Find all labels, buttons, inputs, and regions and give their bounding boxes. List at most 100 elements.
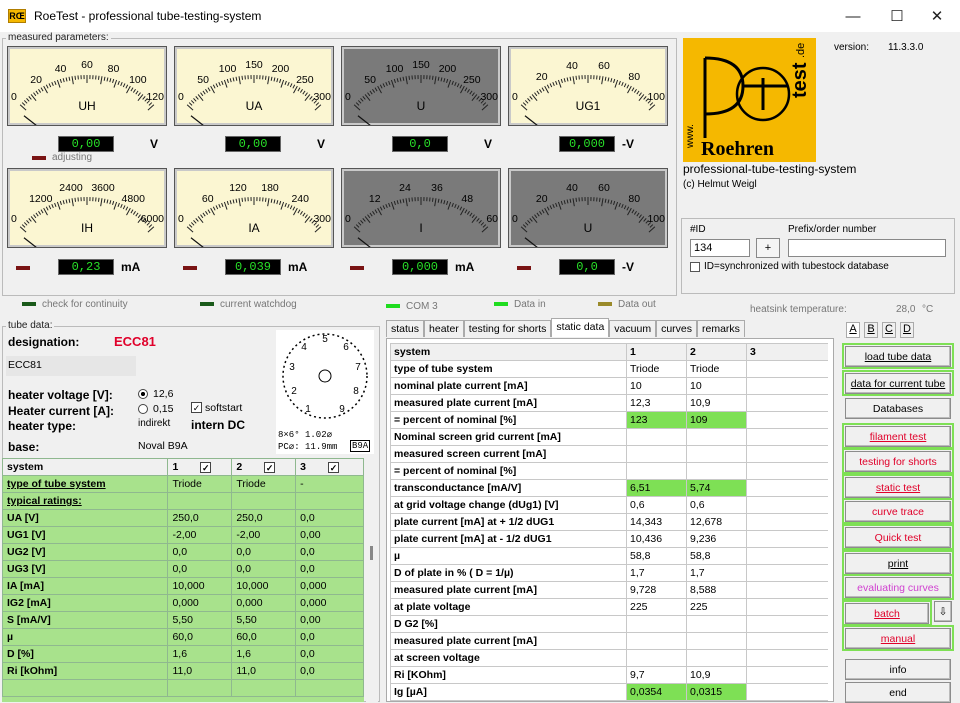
table-cell[interactable]: 0,000 xyxy=(232,595,296,612)
table-cell[interactable] xyxy=(296,493,364,510)
table-cell[interactable]: 0,000 xyxy=(296,595,364,612)
table-cell[interactable]: 0,0 xyxy=(296,561,364,578)
value-cell[interactable]: 1,7 xyxy=(687,565,747,582)
table-cell[interactable]: 11,0 xyxy=(168,663,232,680)
tab-status[interactable]: status xyxy=(386,320,424,337)
table-cell[interactable]: 0,0 xyxy=(296,663,364,680)
table-cell[interactable]: 11,0 xyxy=(232,663,296,680)
value-cell[interactable]: 10 xyxy=(687,378,747,395)
value-cell[interactable]: Triode xyxy=(627,361,687,378)
value-cell[interactable] xyxy=(747,531,829,548)
softstart-checkbox[interactable]: ✓ xyxy=(191,402,202,413)
value-cell[interactable]: 12,3 xyxy=(627,395,687,412)
value-cell[interactable]: 0,6 xyxy=(687,497,747,514)
value-cell[interactable]: 10,436 xyxy=(627,531,687,548)
value-cell[interactable]: 225 xyxy=(687,599,747,616)
value-cell[interactable] xyxy=(687,633,747,650)
value-cell[interactable]: 10,9 xyxy=(687,667,747,684)
record-tab-a[interactable]: A xyxy=(846,322,860,338)
table-cell[interactable]: 250,0 xyxy=(232,510,296,527)
table-cell[interactable]: UG3 [V] xyxy=(3,561,168,578)
value-cell[interactable] xyxy=(687,429,747,446)
value-cell[interactable]: 8,588 xyxy=(687,582,747,599)
value-cell[interactable] xyxy=(627,463,687,480)
table-cell[interactable]: 0,0 xyxy=(296,510,364,527)
scroll-thumb[interactable] xyxy=(370,546,373,560)
value-cell[interactable] xyxy=(747,378,829,395)
table-cell[interactable]: 0,00 xyxy=(296,612,364,629)
table-cell[interactable]: Triode xyxy=(232,476,296,493)
table-cell[interactable]: 1,6 xyxy=(232,646,296,663)
id-plus-button[interactable]: + xyxy=(756,238,780,258)
value-cell[interactable] xyxy=(747,446,829,463)
tab-vacuum[interactable]: vacuum xyxy=(609,320,656,337)
value-cell[interactable]: 5,74 xyxy=(687,480,747,497)
table-cell[interactable]: type of tube system xyxy=(3,476,168,493)
manual-button[interactable]: manual xyxy=(845,628,951,649)
value-cell[interactable] xyxy=(747,616,829,633)
table-cell[interactable]: 0,0 xyxy=(232,544,296,561)
table-cell[interactable] xyxy=(296,680,364,697)
value-cell[interactable]: 0,0315 xyxy=(687,684,747,701)
table-cell[interactable]: 0,0 xyxy=(168,544,232,561)
value-cell[interactable] xyxy=(747,650,829,667)
value-cell[interactable] xyxy=(687,463,747,480)
record-tab-c[interactable]: C xyxy=(882,322,896,338)
heater-current-radio[interactable] xyxy=(138,404,148,414)
batch-button[interactable]: batch xyxy=(845,603,929,624)
curve-trace-button[interactable]: curve trace xyxy=(845,501,951,522)
table-cell[interactable]: -2,00 xyxy=(232,527,296,544)
sync-checkbox[interactable] xyxy=(690,262,700,272)
table-cell[interactable]: UG1 [V] xyxy=(3,527,168,544)
value-cell[interactable]: 0,0354 xyxy=(627,684,687,701)
table-cell[interactable]: 0,000 xyxy=(168,595,232,612)
table-cell[interactable]: 0,000 xyxy=(296,578,364,595)
value-cell[interactable]: 58,8 xyxy=(687,548,747,565)
table-cell[interactable]: S [mA/V] xyxy=(3,612,168,629)
value-cell[interactable] xyxy=(627,429,687,446)
value-cell[interactable] xyxy=(747,395,829,412)
value-cell[interactable]: 1,7 xyxy=(627,565,687,582)
value-cell[interactable] xyxy=(747,480,829,497)
system-checkbox[interactable]: ✓ xyxy=(328,462,339,473)
minimize-button[interactable]: — xyxy=(830,0,876,32)
load-tube-data-button[interactable]: load tube data xyxy=(845,346,951,367)
value-cell[interactable] xyxy=(747,463,829,480)
table-cell[interactable]: 10,000 xyxy=(168,578,232,595)
tab-curves[interactable]: curves xyxy=(656,320,697,337)
left-table-scrollbar[interactable] xyxy=(366,458,378,702)
table-cell[interactable] xyxy=(232,493,296,510)
table-cell[interactable]: -2,00 xyxy=(168,527,232,544)
table-cell[interactable]: IA [mA] xyxy=(3,578,168,595)
table-cell[interactable]: D [%] xyxy=(3,646,168,663)
table-cell[interactable] xyxy=(232,680,296,697)
databases-button[interactable]: Databases xyxy=(845,398,951,419)
table-cell[interactable]: 0,0 xyxy=(168,561,232,578)
value-cell[interactable] xyxy=(687,650,747,667)
table-cell[interactable]: 5,50 xyxy=(168,612,232,629)
value-cell[interactable]: 14,343 xyxy=(627,514,687,531)
table-cell[interactable]: Ri [kOhm] xyxy=(3,663,168,680)
value-cell[interactable] xyxy=(627,633,687,650)
value-cell[interactable]: 123 xyxy=(627,412,687,429)
info-button[interactable]: info xyxy=(845,659,951,680)
prefix-input[interactable] xyxy=(788,239,946,257)
table-cell[interactable]: 1,6 xyxy=(168,646,232,663)
table-cell[interactable]: IG2 [mA] xyxy=(3,595,168,612)
value-cell[interactable] xyxy=(747,633,829,650)
print-button[interactable]: print xyxy=(845,553,951,574)
value-cell[interactable] xyxy=(747,429,829,446)
table-cell[interactable]: UG2 [V] xyxy=(3,544,168,561)
value-cell[interactable] xyxy=(747,514,829,531)
id-input[interactable]: 134 xyxy=(690,239,750,257)
static-test-button[interactable]: static test xyxy=(845,477,951,498)
value-cell[interactable] xyxy=(747,667,829,684)
value-cell[interactable]: 0,6 xyxy=(627,497,687,514)
value-cell[interactable]: 9,728 xyxy=(627,582,687,599)
table-cell[interactable] xyxy=(168,493,232,510)
table-cell[interactable]: 60,0 xyxy=(232,629,296,646)
tab-testing-for-shorts[interactable]: testing for shorts xyxy=(464,320,552,337)
value-cell[interactable]: 10 xyxy=(627,378,687,395)
data-current-tube-button[interactable]: data for current tube xyxy=(845,373,951,394)
value-cell[interactable]: 12,678 xyxy=(687,514,747,531)
